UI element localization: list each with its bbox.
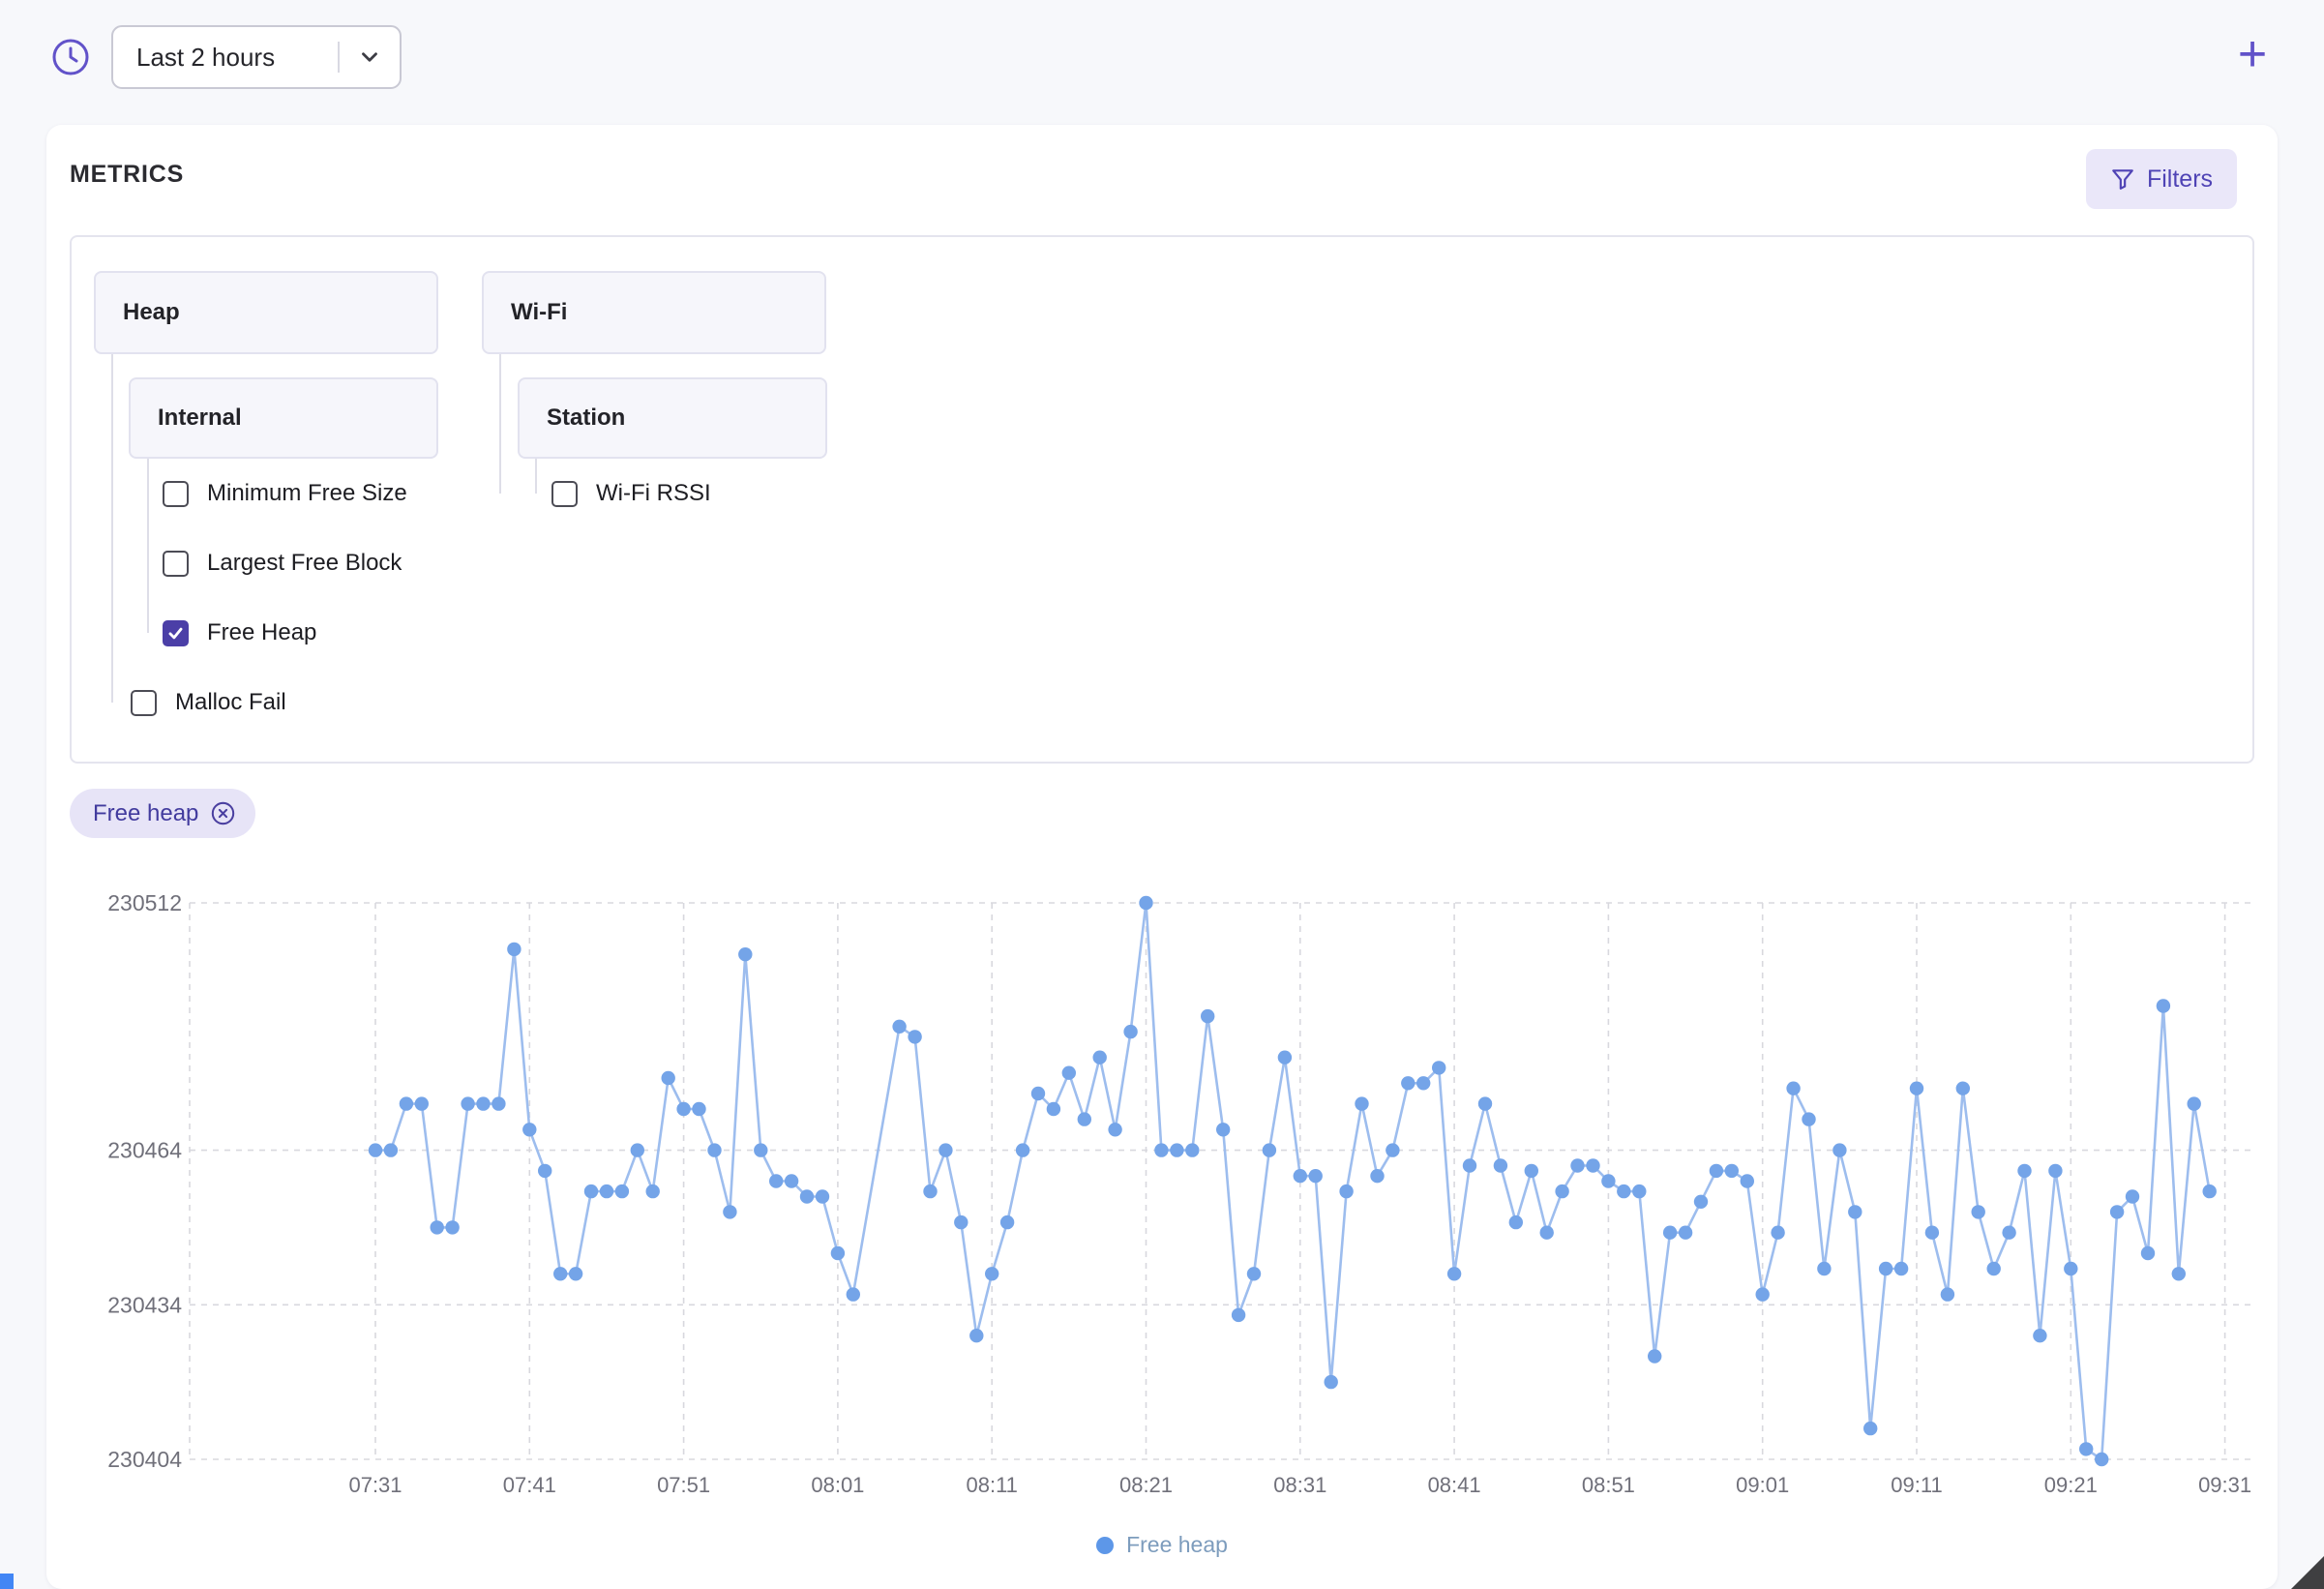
svg-text:230404: 230404 — [107, 1447, 182, 1472]
malloc-fail-checkbox[interactable] — [131, 689, 157, 716]
row-wifi-rssi[interactable]: Wi-Fi RSSI — [551, 474, 711, 513]
svg-text:07:41: 07:41 — [503, 1473, 556, 1497]
group-wifi[interactable]: Wi-Fi — [482, 271, 826, 354]
free-heap-chart-svg: 07:31 07:41 07:51 08:01 08:11 08:21 08:31 08:41… — [107, 890, 2254, 1497]
chart-legend[interactable]: Free heap — [70, 1532, 2254, 1558]
largest-free-block-label: Largest Free Block — [207, 550, 402, 576]
group-station[interactable]: Station — [518, 377, 827, 459]
row-free-heap[interactable]: Free Heap — [163, 614, 316, 652]
svg-text:09:31: 09:31 — [2198, 1473, 2251, 1497]
svg-text:08:31: 08:31 — [1273, 1473, 1326, 1497]
metrics-title: METRICS — [70, 161, 185, 188]
tree-connector — [535, 459, 537, 494]
filter-funnel-icon — [2112, 169, 2133, 190]
svg-text:09:21: 09:21 — [2044, 1473, 2098, 1497]
svg-text:230512: 230512 — [107, 890, 182, 915]
screen-corner — [2291, 1556, 2324, 1589]
add-button[interactable]: + — [2223, 25, 2281, 83]
svg-text:08:01: 08:01 — [811, 1473, 864, 1497]
row-malloc-fail[interactable]: Malloc Fail — [131, 683, 286, 722]
tree-connector — [147, 459, 149, 633]
group-internal[interactable]: Internal — [129, 377, 438, 459]
time-range-value: Last 2 hours — [136, 42, 276, 72]
chip-remove-icon[interactable] — [210, 800, 236, 826]
svg-text:09:11: 09:11 — [1891, 1473, 1942, 1497]
tree-connector — [499, 354, 501, 494]
group-heap[interactable]: Heap — [94, 271, 438, 354]
chevron-down-icon[interactable] — [340, 45, 400, 70]
svg-text:09:01: 09:01 — [1736, 1473, 1789, 1497]
dashboard-page: Last 2 hours + METRICS Filters Heap Wi-F… — [0, 0, 2324, 1589]
row-largest-free-block[interactable]: Largest Free Block — [163, 544, 402, 583]
svg-text:08:21: 08:21 — [1119, 1473, 1173, 1497]
wifi-rssi-label: Wi-Fi RSSI — [596, 480, 711, 506]
largest-free-block-checkbox[interactable] — [163, 550, 189, 577]
malloc-fail-label: Malloc Fail — [175, 689, 286, 715]
chip-label: Free heap — [93, 799, 199, 826]
svg-text:230434: 230434 — [107, 1292, 182, 1317]
svg-text:08:41: 08:41 — [1428, 1473, 1481, 1497]
row-minimum-free-size[interactable]: Minimum Free Size — [163, 474, 407, 513]
bottom-left-blue-strip — [0, 1574, 14, 1589]
free-heap-chart: 07:31 07:41 07:51 08:01 08:11 08:21 08:31 08:41… — [70, 871, 2254, 1510]
filters-button-label: Filters — [2146, 165, 2214, 193]
legend-dot-icon — [1096, 1536, 1115, 1554]
svg-text:07:31: 07:31 — [348, 1473, 402, 1497]
filters-button[interactable]: Filters — [2086, 149, 2237, 209]
minimum-free-size-checkbox[interactable] — [163, 480, 189, 507]
svg-text:08:11: 08:11 — [966, 1473, 1017, 1497]
wifi-rssi-checkbox[interactable] — [551, 480, 578, 507]
svg-text:07:51: 07:51 — [657, 1473, 710, 1497]
minimum-free-size-label: Minimum Free Size — [207, 480, 407, 506]
svg-text:230464: 230464 — [107, 1138, 182, 1163]
free-heap-label: Free Heap — [207, 619, 317, 645]
free-heap-checkbox[interactable] — [163, 619, 189, 646]
tree-connector — [111, 354, 113, 703]
free-heap-chip[interactable]: Free heap — [70, 789, 256, 838]
legend-label: Free heap — [1126, 1532, 1228, 1557]
svg-text:08:51: 08:51 — [1582, 1473, 1635, 1497]
time-range-select[interactable]: Last 2 hours — [111, 25, 402, 89]
time-range-clock-icon — [45, 31, 97, 83]
